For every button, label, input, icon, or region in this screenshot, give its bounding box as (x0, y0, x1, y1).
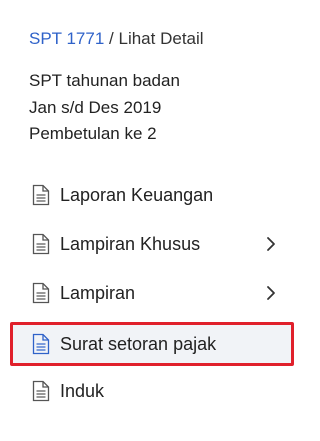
chevron-right-icon (267, 237, 275, 251)
chevron-right-icon (267, 286, 275, 300)
document-icon (32, 233, 50, 255)
menu-item-label: Lampiran Khusus (60, 234, 201, 254)
summary-period: Jan s/d Des 2019 (29, 97, 162, 117)
menu-item-label: Laporan Keuangan (60, 185, 214, 205)
breadcrumb-link-spt-1771[interactable]: SPT 1771 (29, 29, 104, 48)
breadcrumb-separator: / (109, 29, 114, 48)
breadcrumb-current: Lihat Detail (118, 29, 204, 48)
menu-item-laporan-keuangan[interactable]: Laporan Keuangan (10, 173, 294, 217)
menu-item-lampiran[interactable]: Lampiran (10, 271, 294, 315)
menu-item-induk[interactable]: Induk (10, 369, 294, 413)
menu-item-label: Induk (60, 381, 105, 401)
breadcrumb: SPT 1771 / Lihat Detail (29, 28, 204, 50)
document-icon (32, 380, 50, 402)
menu-item-lampiran-khusus[interactable]: Lampiran Khusus (10, 222, 294, 266)
document-icon (32, 184, 50, 206)
summary-revision: Pembetulan ke 2 (29, 124, 157, 143)
summary-type: SPT tahunan badan (29, 71, 180, 90)
spt-summary: SPT tahunan badan Jan s/d Des 2019 Pembe… (29, 68, 180, 148)
document-icon (32, 282, 50, 304)
menu-item-surat-setoran-pajak[interactable]: Surat setoran pajak (10, 322, 294, 366)
document-icon (32, 333, 50, 355)
menu-item-label: Lampiran (60, 283, 136, 303)
menu-item-label: Surat setoran pajak (60, 334, 217, 354)
